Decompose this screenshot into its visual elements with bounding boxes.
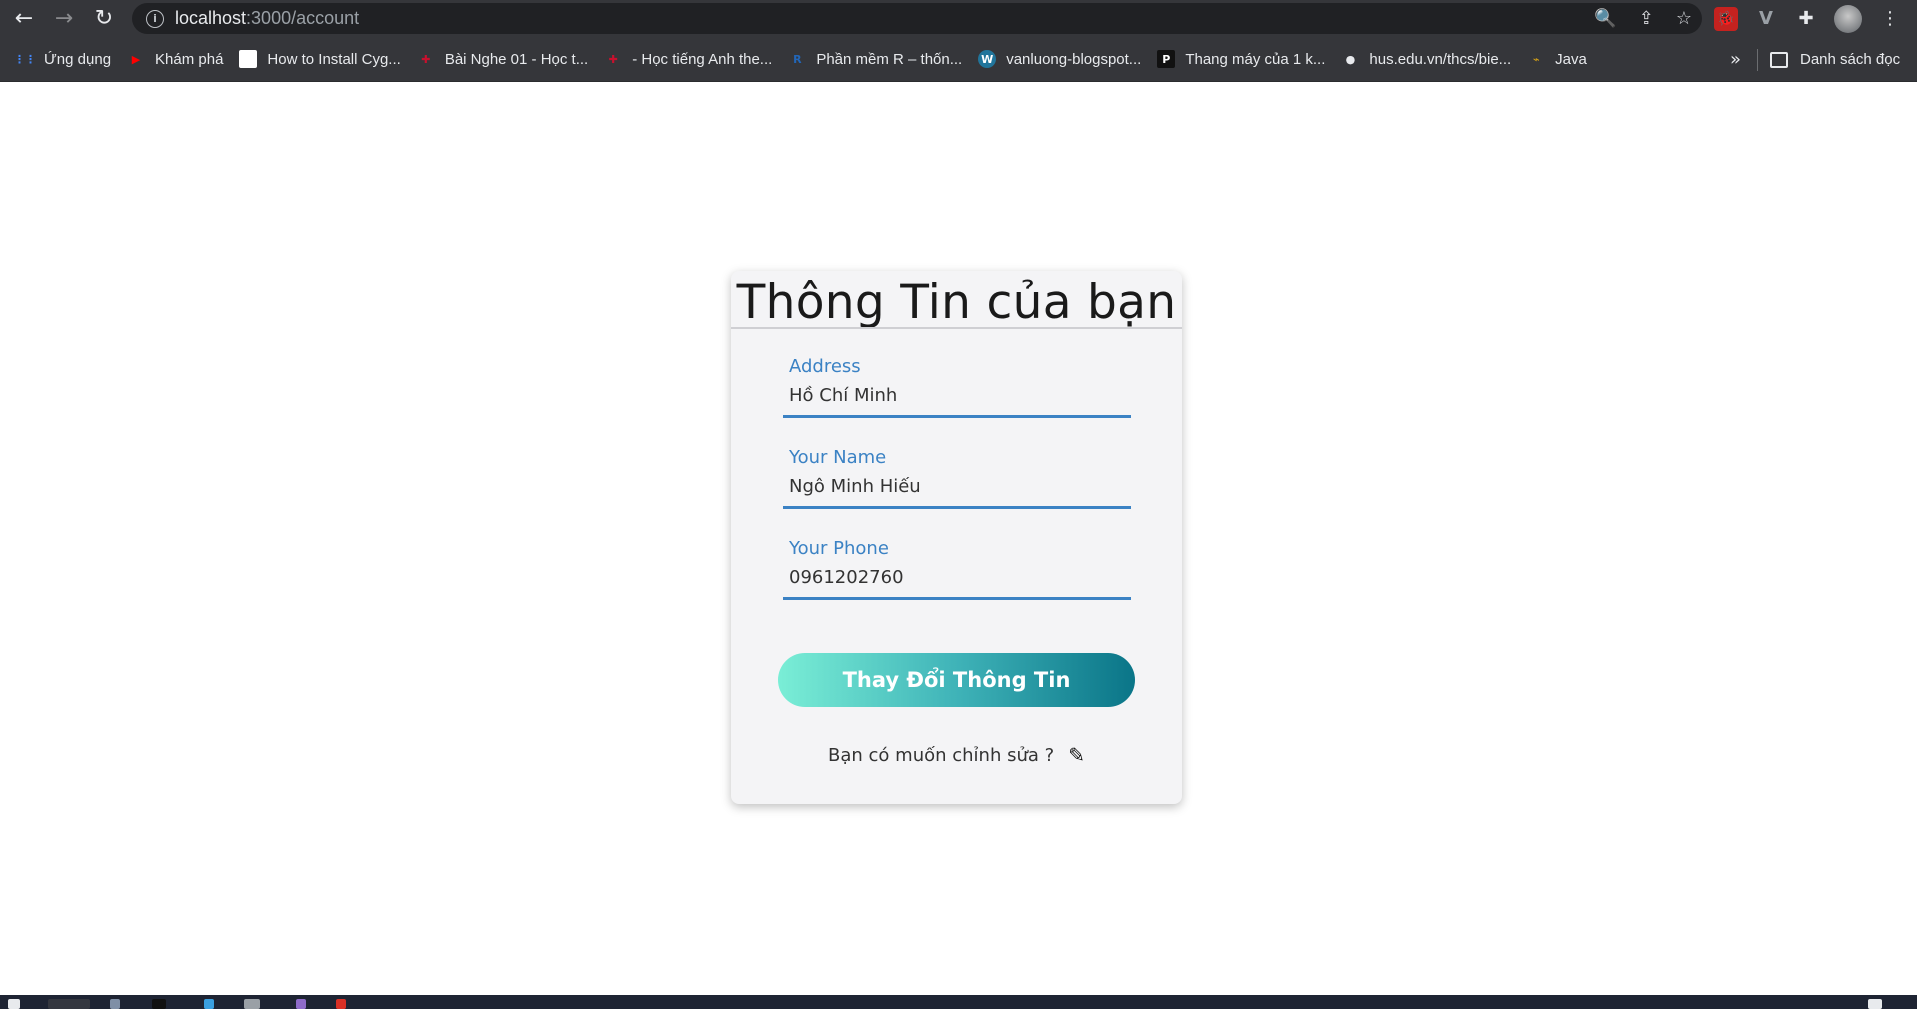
bookmarks-bar: ⋮⋮ Ứng dụng ▶ Khám phá How to Install Cyg...… <box>0 37 1917 82</box>
bookmark-item[interactable]: How to Install Cyg... <box>231 44 408 74</box>
page-title: Thông Tin của bạn <box>736 275 1177 330</box>
bookmark-item[interactable]: ✚ Bài Nghe 01 - Học t... <box>409 44 596 74</box>
address-label: Address <box>789 356 861 377</box>
url-path: :3000/account <box>246 8 360 28</box>
share-icon[interactable]: ⇪ <box>1639 8 1654 29</box>
taskbar-app-icon[interactable] <box>296 999 306 1009</box>
edit-prompt-text: Bạn có muốn chỉnh sửa ? <box>828 744 1055 766</box>
globe-icon: ● <box>1345 52 1356 66</box>
browser-menu-icon[interactable]: ⋮ <box>1878 7 1902 31</box>
bookmark-label: Phần mềm R – thốn... <box>816 50 963 68</box>
pinterest-icon: P <box>1157 50 1176 68</box>
bookmark-item[interactable]: ✚ - Học tiếng Anh the... <box>596 44 780 74</box>
java-icon: ⌁ <box>1532 52 1540 66</box>
bookmark-item[interactable]: ⋮⋮ Ứng dụng <box>8 44 119 74</box>
bookmark-label: hus.edu.vn/thcs/bie... <box>1369 50 1512 68</box>
bookmark-label: Bài Nghe 01 - Học t... <box>444 50 589 68</box>
bookmark-item[interactable]: P Thang máy của 1 k... <box>1149 44 1333 74</box>
reading-list-button[interactable]: Danh sách đọc <box>1770 37 1900 82</box>
name-field[interactable]: Your Name Ngô Minh Hiếu <box>783 447 1131 509</box>
bookmark-item[interactable]: ▶ Khám phá <box>119 44 231 74</box>
bookmark-item[interactable]: ⌁ Java <box>1519 44 1595 74</box>
name-value[interactable]: Ngô Minh Hiếu <box>789 476 921 497</box>
chrome-task-icon[interactable] <box>48 999 90 1009</box>
bookmark-label: Khám phá <box>155 50 224 68</box>
browser-toolbar: ← → ↻ i localhost:3000/account 🔍 ⇪ ☆ 🐞 V… <box>0 0 1917 37</box>
reading-list-icon <box>1770 51 1788 68</box>
update-info-button[interactable]: Thay Đổi Thông Tin <box>778 653 1135 707</box>
taskbar-app-icon[interactable] <box>110 999 120 1009</box>
extensions-puzzle-icon[interactable]: ✚ <box>1794 7 1818 31</box>
uk-flag-icon: ✚ <box>608 52 618 66</box>
bookmark-label: How to Install Cyg... <box>267 50 401 68</box>
extension-v-icon[interactable]: V <box>1754 7 1778 31</box>
bookmark-item[interactable]: Wvanluong-blogspot... <box>970 44 1149 74</box>
os-taskbar <box>0 995 1917 1009</box>
apps-grid-icon: ⋮⋮ <box>14 52 36 66</box>
back-button[interactable]: ← <box>6 1 42 37</box>
bookmark-star-icon[interactable]: ☆ <box>1676 8 1692 29</box>
address-value[interactable]: Hồ Chí Minh <box>789 385 897 406</box>
title-divider <box>731 327 1182 329</box>
profile-avatar[interactable] <box>1834 4 1862 33</box>
bookmark-label: Java <box>1555 50 1587 68</box>
url-host: localhost <box>175 8 247 28</box>
pencil-icon[interactable]: ✎ <box>1068 743 1085 767</box>
wordpress-icon: W <box>978 50 997 68</box>
url-text[interactable]: localhost:3000/account <box>175 8 359 29</box>
r-logo-icon: R <box>793 52 802 66</box>
youtube-icon: ▶ <box>131 52 141 66</box>
site-info-icon[interactable]: i <box>146 9 164 28</box>
bookmarks-overflow-button[interactable]: » <box>1730 37 1741 82</box>
bookmark-label: vanluong-blogspot... <box>1006 50 1142 68</box>
phone-field[interactable]: Your Phone 0961202760 <box>783 538 1131 600</box>
bookmark-item[interactable]: R Phần mềm R – thốn... <box>780 44 970 74</box>
taskbar-app-icon[interactable] <box>244 999 260 1009</box>
bookmark-label: Ứng dụng <box>44 50 112 68</box>
taskbar-app-icon[interactable] <box>152 999 166 1009</box>
name-label: Your Name <box>789 447 887 468</box>
zoom-icon[interactable]: 🔍 <box>1594 8 1616 29</box>
bookmarks-divider <box>1757 49 1758 71</box>
taskbar-app-icon[interactable] <box>204 999 214 1009</box>
notification-icon[interactable] <box>1868 999 1882 1009</box>
reload-button[interactable]: ↻ <box>86 1 122 37</box>
account-info-card: Thông Tin của bạn Address Hồ Chí Minh Yo… <box>731 271 1182 804</box>
address-field[interactable]: Address Hồ Chí Minh <box>783 356 1131 418</box>
taskbar-app-icon[interactable] <box>336 999 346 1009</box>
phone-value[interactable]: 0961202760 <box>789 567 904 588</box>
start-icon[interactable] <box>8 999 20 1009</box>
bookmark-label: Thang máy của 1 k... <box>1185 50 1326 68</box>
phone-label: Your Phone <box>789 538 889 559</box>
reading-list-label: Danh sách đọc <box>1800 51 1901 68</box>
page-icon <box>239 50 258 68</box>
bookmark-label: - Học tiếng Anh the... <box>632 50 773 68</box>
address-bar[interactable]: i localhost:3000/account 🔍 ⇪ ☆ <box>132 3 1702 34</box>
extension-bug-icon[interactable]: 🐞 <box>1714 6 1738 31</box>
edit-prompt-row: Bạn có muốn chỉnh sửa ? ✎ <box>731 743 1182 767</box>
bookmark-item[interactable]: ● hus.edu.vn/thcs/bie... <box>1333 44 1519 74</box>
forward-button[interactable]: → <box>46 1 82 37</box>
uk-flag-icon: ✚ <box>421 52 431 66</box>
